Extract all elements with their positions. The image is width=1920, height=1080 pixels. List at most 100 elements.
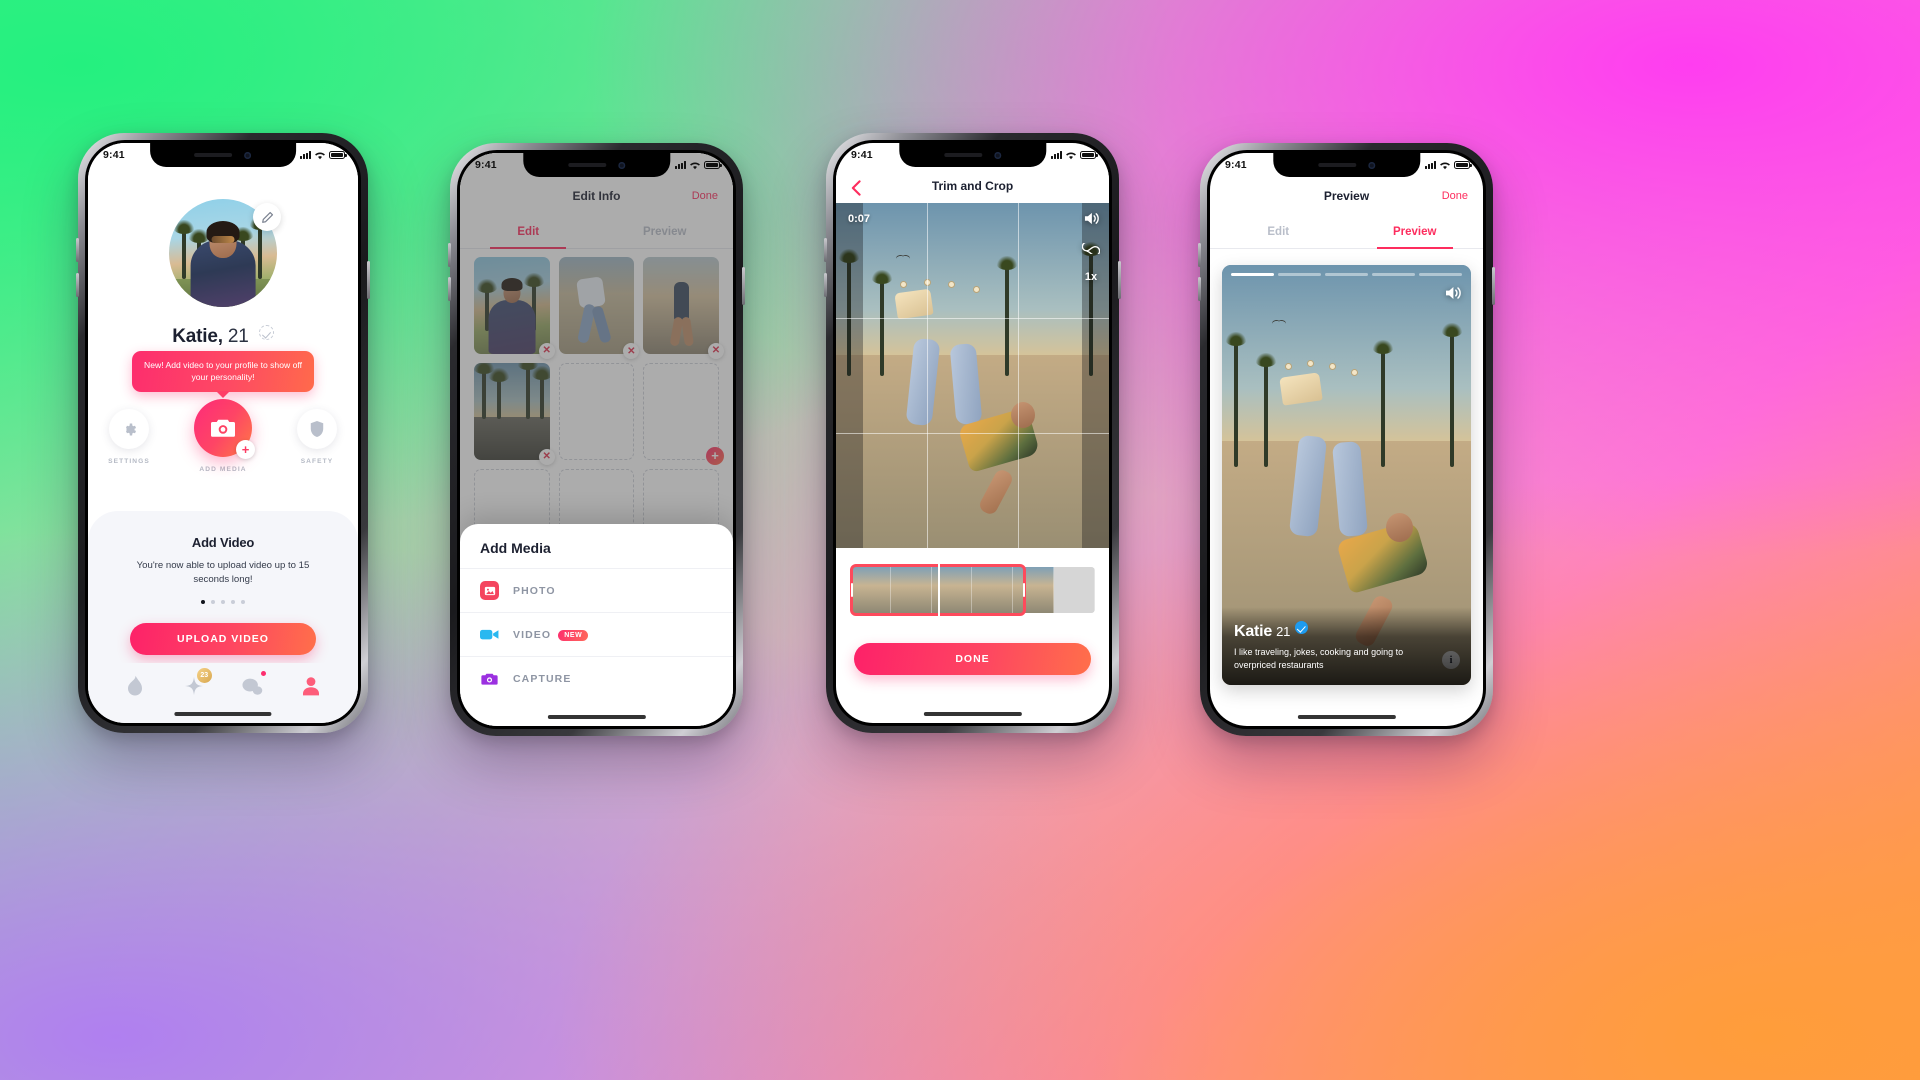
notch <box>150 143 296 167</box>
cellular-icon <box>1051 151 1062 159</box>
sheet-title: Add Media <box>480 540 551 556</box>
phone-device-4: 9:41 Preview Done Edit Preview Katie 21 … <box>1198 143 1495 736</box>
safety-button[interactable]: SAFETY <box>294 409 340 465</box>
bird-decoration <box>1272 320 1286 326</box>
header-bar: Trim and Crop <box>836 169 1109 203</box>
preview-card[interactable]: Katie 21 I like traveling, jokes, cooking… <box>1222 265 1471 685</box>
nav-star-tab[interactable]: 23 <box>180 668 212 699</box>
video-preview[interactable]: 0:07 1x <box>836 203 1109 548</box>
notch <box>1272 153 1421 177</box>
video-controls: 1x <box>1081 211 1101 283</box>
home-indicator[interactable] <box>923 712 1022 716</box>
volume-up-button[interactable] <box>448 243 451 267</box>
profile-actions: SETTINGS + ADD MEDIA SAFETY <box>88 399 358 473</box>
page-title: Katie, 21 <box>88 325 358 348</box>
power-button[interactable] <box>1118 261 1121 299</box>
tab-bar: Edit Preview <box>1210 215 1483 249</box>
profile-icon <box>302 677 319 696</box>
volume-down-button[interactable] <box>448 277 451 301</box>
volume-up-button[interactable] <box>1198 243 1201 267</box>
image-icon <box>480 581 499 600</box>
power-button[interactable] <box>1492 267 1495 305</box>
status-time: 9:41 <box>475 159 497 171</box>
playback-speed-button[interactable]: 1x <box>1085 271 1097 283</box>
page-title: Preview <box>1323 189 1370 203</box>
tab-preview[interactable]: Preview <box>1347 215 1484 249</box>
upload-video-button[interactable]: UPLOAD VIDEO <box>130 622 316 655</box>
notch <box>898 143 1047 167</box>
status-time: 9:41 <box>1225 159 1247 171</box>
card-name: Katie <box>1234 623 1273 641</box>
home-indicator[interactable] <box>547 715 646 719</box>
screen-trim-crop: 9:41 Trim and Crop 0:07 1x DONE <box>836 143 1109 723</box>
star-badge: 23 <box>196 668 212 683</box>
speaker-on-icon[interactable] <box>1444 285 1462 306</box>
screen-profile: 9:41 Katie, 21 New! Add video to your pr… <box>88 143 358 723</box>
nav-flame-tab[interactable] <box>121 673 149 699</box>
volume-down-button[interactable] <box>824 273 827 297</box>
video-timecode: 0:07 <box>848 213 871 225</box>
header-bar: Preview Done <box>1210 179 1483 213</box>
tab-edit[interactable]: Edit <box>1210 215 1347 248</box>
video-timeline[interactable] <box>850 564 1095 616</box>
profile-name: Katie, <box>172 326 223 347</box>
done-button[interactable]: DONE <box>854 643 1091 675</box>
battery-icon <box>1454 161 1472 169</box>
verification-pending-icon[interactable] <box>258 325 274 340</box>
pencil-icon <box>261 211 273 223</box>
profile-top-section: Katie, 21 New! Add video to your profile… <box>88 143 358 518</box>
nav-profile-tab[interactable] <box>297 673 325 699</box>
add-media-button[interactable]: + ADD MEDIA <box>188 399 258 473</box>
back-button[interactable] <box>850 180 862 196</box>
verified-badge-icon <box>1295 621 1309 635</box>
speaker-on-icon[interactable] <box>1083 211 1100 229</box>
volume-down-button[interactable] <box>1198 277 1201 301</box>
home-indicator[interactable] <box>1297 715 1396 719</box>
battery-icon <box>329 151 347 159</box>
volume-down-button[interactable] <box>76 273 79 297</box>
carousel-dots[interactable] <box>88 599 358 604</box>
promo-title: Add Video <box>191 535 255 550</box>
trim-handle-right[interactable] <box>1023 583 1026 597</box>
volume-up-button[interactable] <box>824 238 827 262</box>
plus-badge-icon: + <box>236 440 255 459</box>
card-name-row: Katie 21 <box>1234 621 1459 641</box>
camera-icon <box>480 669 499 688</box>
avatar[interactable] <box>169 199 281 307</box>
cellular-icon <box>1425 161 1436 169</box>
status-time: 9:41 <box>851 149 873 161</box>
trim-handle-left[interactable] <box>851 583 853 597</box>
wifi-icon <box>1066 151 1076 159</box>
story-progress[interactable] <box>1231 273 1462 276</box>
profile-age: 21 <box>227 326 249 347</box>
sheet-item-capture[interactable]: CAPTURE <box>460 656 733 700</box>
volume-up-button[interactable] <box>76 238 79 262</box>
wifi-icon <box>1440 161 1450 169</box>
settings-button[interactable]: SETTINGS <box>106 409 152 465</box>
home-indicator[interactable] <box>174 712 272 716</box>
sheet-item-label: VIDEO NEW <box>513 629 589 641</box>
loop-icon[interactable] <box>1081 241 1101 257</box>
cellular-icon <box>675 161 686 169</box>
playhead[interactable] <box>938 564 941 616</box>
notch <box>522 153 671 177</box>
add-media-sheet: Add Media PHOTO VIDEO NEW CAPTURE <box>460 524 733 726</box>
page-title: Trim and Crop <box>931 179 1014 193</box>
screen-preview: 9:41 Preview Done Edit Preview Katie 21 … <box>1210 153 1483 726</box>
camcorder-icon <box>480 625 499 644</box>
camera-icon <box>211 419 235 437</box>
shield-icon <box>310 421 324 437</box>
wifi-icon <box>690 161 700 169</box>
nav-chat-tab[interactable] <box>238 671 267 699</box>
gear-icon <box>125 423 136 435</box>
sheet-item-photo[interactable]: PHOTO <box>460 568 733 612</box>
power-button[interactable] <box>742 267 745 305</box>
chat-icon <box>242 678 263 695</box>
power-button[interactable] <box>367 261 370 299</box>
done-button[interactable]: Done <box>1442 190 1468 202</box>
promo-card: Add Video You're now able to upload vide… <box>88 511 358 663</box>
edit-photo-button[interactable] <box>253 203 281 231</box>
sheet-item-video[interactable]: VIDEO NEW <box>460 612 733 656</box>
screen-edit-info: 9:41 Edit Info Done Edit Preview <box>460 153 733 726</box>
card-bio: I like traveling, jokes, cooking and goi… <box>1234 647 1404 671</box>
